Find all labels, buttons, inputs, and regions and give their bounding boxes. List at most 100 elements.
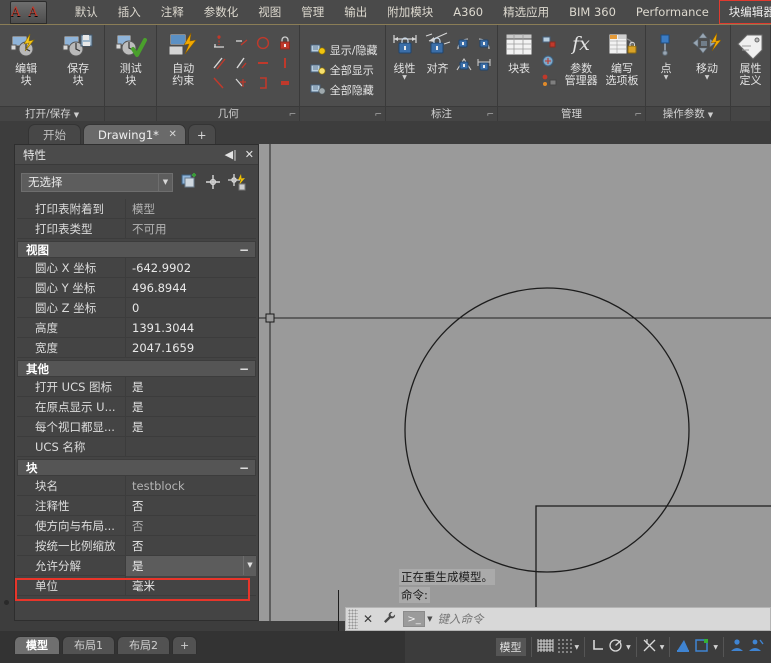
- property-value[interactable]: testblock: [125, 476, 256, 496]
- quick-select-filter-icon[interactable]: [228, 173, 246, 191]
- authoring-palette-button[interactable]: 编写 选项板: [602, 29, 642, 87]
- object-snap-icon[interactable]: [642, 638, 657, 656]
- dialog-launcher-icon[interactable]: ⌐: [289, 108, 297, 121]
- property-row[interactable]: 单位毫米: [17, 576, 256, 596]
- ribbon-tab-9[interactable]: 精选应用: [493, 0, 559, 24]
- dynamic-input-icon[interactable]: [748, 638, 764, 656]
- hide-all-constraints-button[interactable]: 全部隐藏: [310, 81, 378, 99]
- dimension-constraint-icon[interactable]: [475, 56, 495, 77]
- angular-dimension-icon[interactable]: [455, 35, 475, 56]
- property-group-header[interactable]: 视图−: [17, 241, 256, 258]
- object-snap-tracking-icon[interactable]: [675, 638, 691, 656]
- object-selector-combo[interactable]: 无选择 ▼: [21, 173, 173, 192]
- drawing-canvas[interactable]: 正在重生成模型。 命令:: [259, 144, 771, 621]
- property-value[interactable]: 否: [125, 496, 256, 516]
- file-tab-new[interactable]: +: [188, 124, 216, 144]
- property-value[interactable]: 是▼: [125, 556, 256, 576]
- property-value[interactable]: 2047.1659: [125, 338, 256, 358]
- chevron-down-icon[interactable]: ▼: [705, 75, 710, 81]
- property-value[interactable]: 0: [125, 298, 256, 318]
- layout-tab-model[interactable]: 模型: [14, 636, 60, 654]
- collinear-constraint-icon[interactable]: [230, 33, 252, 53]
- constraint-settings-icon[interactable]: [541, 35, 557, 52]
- property-row[interactable]: 注释性否: [17, 496, 256, 516]
- property-row-allow-exploding[interactable]: 允许分解是▼: [17, 556, 256, 576]
- dialog-launcher-icon[interactable]: ⌐: [634, 108, 642, 121]
- property-value[interactable]: 不可用: [125, 219, 256, 239]
- property-value[interactable]: [125, 437, 256, 457]
- property-value[interactable]: 毫米: [125, 576, 256, 596]
- grid-display-icon[interactable]: [537, 638, 554, 656]
- move-action-button[interactable]: 移动 ▼: [687, 29, 727, 81]
- property-group-header[interactable]: 块−: [17, 459, 256, 476]
- auto-hide-icon[interactable]: ◀|: [225, 148, 237, 161]
- property-row[interactable]: 圆心 Z 坐标0: [17, 298, 256, 318]
- ribbon-tab-6[interactable]: 输出: [334, 0, 377, 24]
- property-row[interactable]: 打开 UCS 图标是: [17, 377, 256, 397]
- close-icon[interactable]: ✕: [363, 612, 373, 626]
- panel-title-open-save[interactable]: 打开/保存▼: [0, 106, 104, 121]
- ribbon-tab-2[interactable]: 注释: [151, 0, 194, 24]
- property-value[interactable]: 是: [125, 397, 256, 417]
- layout-tab-layout1[interactable]: 布局1: [62, 636, 115, 654]
- parameters-manager-button[interactable]: fx 参数 管理器: [561, 29, 601, 87]
- vertical-constraint-icon[interactable]: [274, 53, 296, 73]
- property-row[interactable]: 圆心 X 坐标-642.9902: [17, 258, 256, 278]
- property-value[interactable]: 模型: [125, 199, 256, 219]
- file-tab-start[interactable]: 开始: [28, 124, 81, 144]
- ucs-icon[interactable]: [694, 638, 710, 656]
- diameter-dimension-icon[interactable]: [455, 56, 475, 77]
- collapse-icon[interactable]: −: [239, 243, 249, 257]
- ribbon-tab-3[interactable]: 参数化: [194, 0, 249, 24]
- property-value[interactable]: 是: [125, 377, 256, 397]
- ribbon-tab-1[interactable]: 插入: [108, 0, 151, 24]
- collapse-icon[interactable]: −: [239, 461, 249, 475]
- snap-dropdown-caret[interactable]: ▼: [575, 644, 580, 651]
- property-group-header[interactable]: 其他−: [17, 360, 256, 377]
- chevron-down-icon[interactable]: ▼: [402, 75, 407, 81]
- show-hide-constraints-button[interactable]: 显示/隐藏: [310, 41, 378, 59]
- dynamic-ucs-icon[interactable]: [729, 638, 745, 656]
- smooth-constraint-icon[interactable]: [230, 73, 252, 93]
- polar-dropdown-caret[interactable]: ▼: [626, 644, 631, 651]
- property-value[interactable]: 否: [125, 536, 256, 556]
- concentric-constraint-icon[interactable]: [252, 33, 274, 53]
- property-value[interactable]: 否: [125, 516, 256, 536]
- panel-title-action-parameters[interactable]: 操作参数▼: [646, 106, 730, 121]
- property-row[interactable]: 按统一比例缩放否: [17, 536, 256, 556]
- tangent-constraint-icon[interactable]: [208, 73, 230, 93]
- ribbon-tab-4[interactable]: 视图: [248, 0, 291, 24]
- layout-tab-layout2[interactable]: 布局2: [117, 636, 170, 654]
- close-icon[interactable]: ✕: [245, 148, 254, 161]
- coincident-constraint-icon[interactable]: [208, 33, 230, 53]
- osnap-dropdown-caret[interactable]: ▼: [660, 644, 665, 651]
- auto-constrain-button[interactable]: 自动 约束: [160, 29, 206, 87]
- test-block-button[interactable]: 测试 块: [108, 29, 153, 87]
- property-row[interactable]: 高度1391.3044: [17, 318, 256, 338]
- block-properties-table-icon[interactable]: [541, 54, 557, 71]
- property-row[interactable]: 在原点显示 U...是: [17, 397, 256, 417]
- polar-tracking-icon[interactable]: [608, 638, 623, 656]
- property-row[interactable]: 使方向与布局...否: [17, 516, 256, 536]
- ribbon-tab-11[interactable]: Performance: [626, 0, 719, 24]
- dialog-launcher-icon[interactable]: ⌐: [374, 108, 382, 121]
- ribbon-tab-5[interactable]: 管理: [291, 0, 334, 24]
- linear-dimension-button[interactable]: 线性 ▼: [389, 29, 421, 81]
- property-value[interactable]: 496.8944: [125, 278, 256, 298]
- wrench-icon[interactable]: [383, 611, 396, 627]
- command-line[interactable]: ✕ >_ ▼: [345, 607, 771, 631]
- perpendicular-constraint-icon[interactable]: [230, 53, 252, 73]
- layout-tab-new[interactable]: +: [172, 636, 197, 654]
- ribbon-tab-8[interactable]: A360: [443, 0, 493, 24]
- ucs-dropdown-caret[interactable]: ▼: [713, 644, 718, 651]
- property-row[interactable]: 块名testblock: [17, 476, 256, 496]
- save-block-button[interactable]: 保存 块: [55, 29, 101, 87]
- property-row[interactable]: 每个视口都显...是: [17, 417, 256, 437]
- construction-geometry-icon[interactable]: [541, 73, 557, 90]
- property-row[interactable]: 打印表类型不可用: [17, 219, 256, 239]
- ribbon-tab-0[interactable]: 默认: [65, 0, 108, 24]
- model-space-toggle[interactable]: 模型: [496, 638, 526, 656]
- horizontal-constraint-icon[interactable]: [252, 53, 274, 73]
- block-table-button[interactable]: 块表: [501, 29, 537, 75]
- select-objects-icon[interactable]: [205, 174, 221, 190]
